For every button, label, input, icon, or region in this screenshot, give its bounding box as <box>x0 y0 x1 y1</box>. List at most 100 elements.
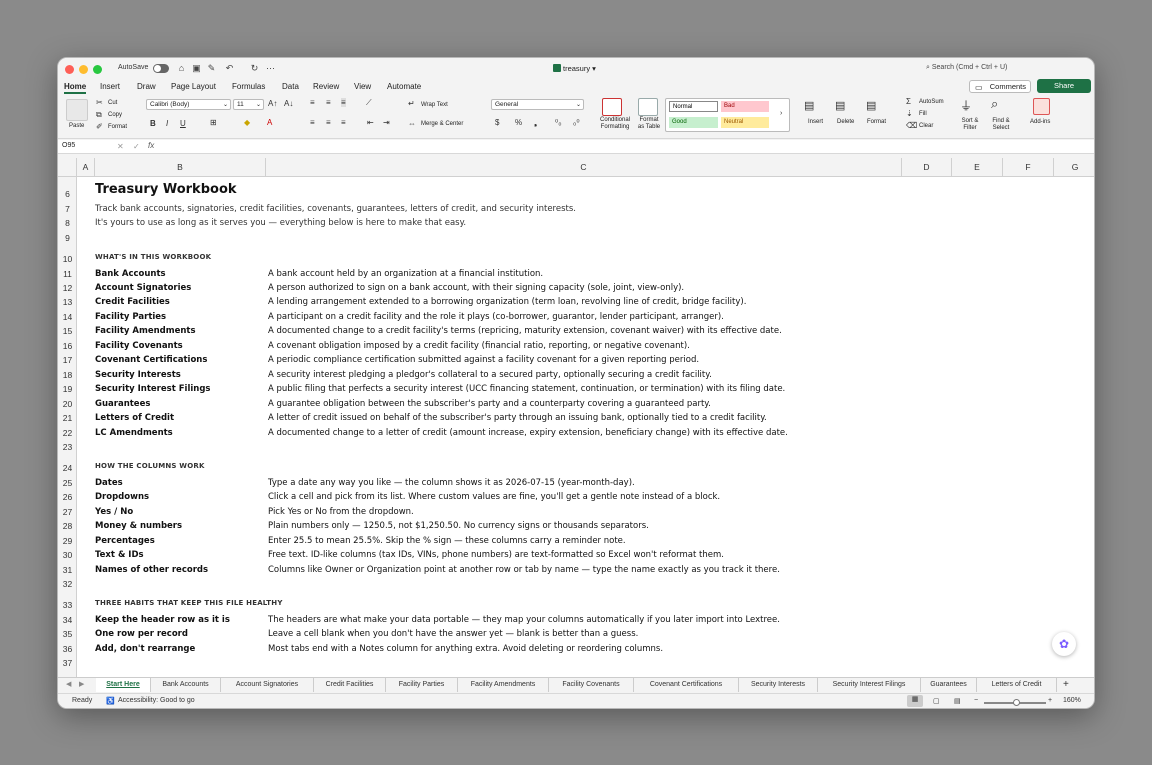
paste-label[interactable]: Paste <box>69 123 84 130</box>
bold-icon[interactable]: B <box>150 119 156 128</box>
row-header[interactable]: 15 <box>58 326 77 336</box>
row-header[interactable]: 17 <box>58 355 77 365</box>
column-header-e[interactable]: E <box>952 158 1003 177</box>
item-description[interactable]: A letter of credit issued on behalf of t… <box>268 413 767 423</box>
item-name[interactable]: Security Interests <box>95 370 181 380</box>
row-header[interactable]: 14 <box>58 312 77 322</box>
underline-icon[interactable]: U <box>180 119 186 128</box>
sheet-tab-facility-amendments[interactable]: Facility Amendments <box>458 678 549 692</box>
home-icon[interactable]: ⌂ <box>176 63 187 73</box>
item-description[interactable]: Click a cell and pick from its list. Whe… <box>268 492 720 502</box>
row-header[interactable]: 36 <box>58 644 77 654</box>
item-description[interactable]: Leave a cell blank when you don't have t… <box>268 629 638 639</box>
item-name[interactable]: Letters of Credit <box>95 413 174 423</box>
align-right-icon[interactable]: ≡ <box>341 118 346 127</box>
close-window-button[interactable] <box>65 65 74 74</box>
paste-icon[interactable] <box>66 99 88 121</box>
column-header-g[interactable]: G <box>1054 158 1094 177</box>
decrease-indent-icon[interactable]: ⇤ <box>367 118 374 127</box>
item-name[interactable]: One row per record <box>95 629 188 639</box>
copilot-icon[interactable]: ✿ <box>1052 632 1076 656</box>
redo-icon[interactable]: ↻ <box>249 63 260 74</box>
section-heading[interactable]: WHAT'S IN THIS WORKBOOK <box>95 253 211 261</box>
comma-style-icon[interactable]: ❟ <box>534 118 537 128</box>
subtitle-line-2[interactable]: It's yours to use as long as it serves y… <box>95 218 466 228</box>
item-description[interactable]: A periodic compliance certification subm… <box>268 355 699 365</box>
addins-label[interactable]: Add-ins <box>1030 119 1050 126</box>
cancel-icon[interactable]: ✕ <box>117 142 124 151</box>
item-name[interactable]: Security Interest Filings <box>95 384 210 394</box>
currency-icon[interactable]: $ <box>495 118 499 127</box>
cut-icon[interactable]: ✂ <box>96 98 103 107</box>
merge-center-icon[interactable]: ⇔ <box>408 119 416 128</box>
row-header[interactable]: 25 <box>58 478 77 488</box>
style-neutral[interactable]: Neutral <box>721 117 769 128</box>
row-header[interactable]: 37 <box>58 658 77 668</box>
row-header[interactable]: 32 <box>58 579 77 589</box>
function-icon[interactable]: fx <box>148 141 154 150</box>
format-as-table-label[interactable]: Format as Table <box>636 117 662 131</box>
worksheet-grid[interactable]: 6 7 8 9 10 11 12 13 14 15 16 17 18 19 20… <box>58 177 1094 677</box>
item-name[interactable]: Dropdowns <box>95 492 149 502</box>
zoom-window-button[interactable] <box>93 65 102 74</box>
delete-cells-label[interactable]: Delete <box>837 119 854 126</box>
sheet-title[interactable]: Treasury Workbook <box>95 182 237 197</box>
chevron-right-icon[interactable]: › <box>780 110 782 117</box>
item-name[interactable]: Dates <box>95 478 123 488</box>
item-description[interactable]: A public filing that perfects a security… <box>268 384 785 394</box>
tab-review[interactable]: Review <box>313 82 339 91</box>
autosave-toggle[interactable] <box>153 64 169 73</box>
scroll-tabs-left-icon[interactable]: ◀ <box>66 680 71 688</box>
decrease-font-icon[interactable]: A↓ <box>284 99 293 108</box>
format-painter-icon[interactable]: ✐ <box>96 122 103 131</box>
number-format-select[interactable]: General ⌄ <box>491 99 584 110</box>
row-header[interactable]: 20 <box>58 399 77 409</box>
style-bad[interactable]: Bad <box>721 101 769 112</box>
row-header[interactable]: 16 <box>58 341 77 351</box>
item-description[interactable]: A covenant obligation imposed by a credi… <box>268 341 690 351</box>
copy-label[interactable]: Copy <box>108 112 122 119</box>
item-description[interactable]: A participant on a credit facility and t… <box>268 312 724 322</box>
align-top-icon[interactable]: ≡ <box>310 98 315 107</box>
enter-icon[interactable]: ✓ <box>133 142 140 151</box>
section-heading[interactable]: THREE HABITS THAT KEEP THIS FILE HEALTHY <box>95 599 283 607</box>
item-description[interactable]: Plain numbers only — 1250.5, not $1,250.… <box>268 521 649 531</box>
row-header[interactable]: 33 <box>58 600 77 610</box>
item-description[interactable]: The headers are what make your data port… <box>268 615 780 625</box>
item-description[interactable]: A lending arrangement extended to a borr… <box>268 297 746 307</box>
item-description[interactable]: Columns like Owner or Organization point… <box>268 565 780 575</box>
item-description[interactable]: A documented change to a letter of credi… <box>268 428 788 438</box>
row-header[interactable]: 30 <box>58 550 77 560</box>
item-name[interactable]: LC Amendments <box>95 428 173 438</box>
row-header[interactable]: 31 <box>58 565 77 575</box>
sort-filter-label[interactable]: Sort & Filter <box>960 118 980 132</box>
sheet-tab-account-signatories[interactable]: Account Signatories <box>221 678 314 692</box>
undo-icon[interactable]: ↶ <box>224 63 235 74</box>
zoom-in-icon[interactable]: + <box>1048 697 1052 704</box>
orientation-icon[interactable]: ⟋ <box>366 98 372 108</box>
tab-automate[interactable]: Automate <box>387 82 421 91</box>
cut-label[interactable]: Cut <box>108 100 117 107</box>
clear-label[interactable]: Clear <box>919 123 933 130</box>
accessibility-icon[interactable]: ♿ <box>106 697 115 705</box>
item-name[interactable]: Account Signatories <box>95 283 191 293</box>
zoom-slider-thumb[interactable] <box>1013 699 1020 706</box>
conditional-formatting-icon[interactable] <box>602 98 622 116</box>
item-name[interactable]: Bank Accounts <box>95 269 166 279</box>
zoom-out-icon[interactable]: − <box>974 697 978 704</box>
tab-home[interactable]: Home <box>64 82 87 94</box>
comments-button[interactable]: ▭ Comments <box>969 80 1031 93</box>
normal-view-icon[interactable]: ▦ <box>907 695 923 707</box>
increase-decimal-icon[interactable]: ⁰₀ <box>555 118 562 127</box>
column-header-f[interactable]: F <box>1003 158 1054 177</box>
format-as-table-icon[interactable] <box>638 98 658 116</box>
zoom-level[interactable]: 160% <box>1063 697 1081 704</box>
item-name[interactable]: Covenant Certifications <box>95 355 207 365</box>
edit-icon[interactable]: ✎ <box>206 63 217 74</box>
item-description[interactable]: Pick Yes or No from the dropdown. <box>268 507 414 517</box>
row-header[interactable]: 26 <box>58 492 77 502</box>
row-header[interactable]: 8 <box>58 218 77 228</box>
row-header[interactable]: 23 <box>58 442 77 452</box>
delete-cells-icon[interactable]: ▤ <box>835 99 845 112</box>
row-header[interactable]: 29 <box>58 536 77 546</box>
